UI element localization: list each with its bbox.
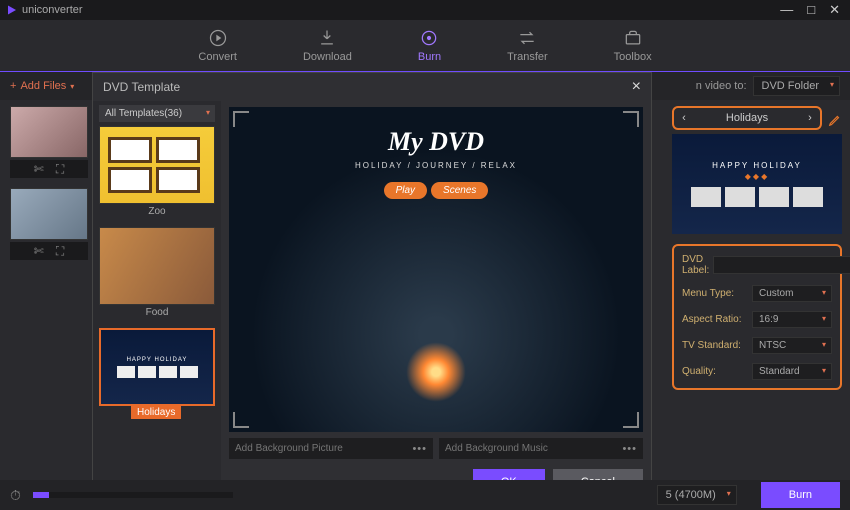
- maximize-button[interactable]: □: [803, 2, 819, 18]
- template-inner-title: HAPPY HOLIDAY: [127, 357, 188, 363]
- convert-icon: [208, 28, 228, 48]
- app-logo: uniconverter: [6, 4, 83, 16]
- output-settings-column: ‹ Holidays › HAPPY HOLIDAY ◆◆◆ DVD Label…: [672, 106, 842, 390]
- chevron-down-icon: ▾: [70, 82, 74, 91]
- clip-toolbar: ✄ ⛶: [10, 242, 88, 260]
- template-caption: Food: [99, 305, 215, 324]
- play-logo-icon: [6, 4, 18, 16]
- clip-toolbar: ✄ ⛶: [10, 160, 88, 178]
- tv-standard-select[interactable]: NTSC: [752, 337, 832, 354]
- nav-convert[interactable]: Convert: [190, 24, 245, 67]
- burn-to-label: n video to:: [696, 80, 747, 92]
- capacity-bar: [33, 492, 233, 498]
- burn-target-select[interactable]: DVD Folder: [753, 76, 840, 96]
- app-name: uniconverter: [22, 4, 83, 16]
- output-preview: HAPPY HOLIDAY ◆◆◆: [672, 134, 842, 234]
- transfer-icon: [517, 28, 537, 48]
- bg-music-input[interactable]: [439, 438, 616, 459]
- panel-title: DVD Template: [103, 80, 180, 94]
- campfire-glow: [406, 342, 466, 402]
- plus-icon: +: [10, 80, 16, 92]
- scissors-icon[interactable]: ✄: [34, 162, 44, 176]
- close-window-button[interactable]: ✕: [825, 2, 844, 18]
- dvd-label-label: DVD Label:: [682, 254, 709, 276]
- crop-icon[interactable]: ⛶: [56, 162, 64, 177]
- nav-burn-label: Burn: [418, 51, 441, 63]
- clip-thumbnail[interactable]: [10, 188, 88, 240]
- add-files-label: Add Files: [20, 80, 66, 92]
- tv-standard-label: TV Standard:: [682, 340, 748, 351]
- dots-icon: ◆◆◆: [745, 172, 769, 181]
- add-files-button[interactable]: + Add Files ▾: [10, 80, 74, 92]
- bg-music-input-row: •••: [439, 438, 643, 459]
- browse-music-button[interactable]: •••: [616, 443, 643, 455]
- quality-label: Quality:: [682, 366, 748, 377]
- bg-picture-input[interactable]: [229, 438, 406, 459]
- crop-icon[interactable]: ⛶: [56, 244, 64, 259]
- nav-download[interactable]: Download: [295, 24, 360, 67]
- nav-transfer[interactable]: Transfer: [499, 24, 556, 67]
- burn-icon: [419, 28, 439, 48]
- template-item-holidays[interactable]: HAPPY HOLIDAY Holidays: [99, 328, 215, 419]
- main-nav: Convert Download Burn Transfer Toolbox: [0, 20, 850, 72]
- nav-download-label: Download: [303, 51, 352, 63]
- menu-type-select[interactable]: Custom: [752, 285, 832, 302]
- close-icon[interactable]: ×: [632, 78, 641, 96]
- template-list-column: All Templates(36) Zoo Food HAPPY HOLIDAY: [93, 101, 221, 501]
- template-thumbnail: HAPPY HOLIDAY: [99, 328, 215, 406]
- dvd-settings: DVD Label: Menu Type: Custom Aspect Ratio…: [672, 244, 842, 390]
- dvd-scenes-button[interactable]: Scenes: [431, 182, 488, 199]
- template-thumbnail: [99, 126, 215, 204]
- clock-icon[interactable]: ⏱: [10, 487, 21, 504]
- template-item-food[interactable]: Food: [99, 227, 215, 324]
- disc-capacity-select[interactable]: 5 (4700M): [657, 485, 737, 505]
- dvd-menu-preview: My DVD HOLIDAY / JOURNEY / RELAX Play Sc…: [229, 107, 643, 432]
- browse-picture-button[interactable]: •••: [406, 443, 433, 455]
- nav-transfer-label: Transfer: [507, 51, 548, 63]
- titlebar: uniconverter — □ ✕: [0, 0, 850, 20]
- dvd-template-panel: DVD Template × All Templates(36) Zoo Foo…: [92, 72, 652, 502]
- bg-picture-input-row: •••: [229, 438, 433, 459]
- next-template-button[interactable]: ›: [800, 112, 820, 124]
- edit-icon[interactable]: [828, 113, 842, 127]
- output-preview-title: HAPPY HOLIDAY: [712, 161, 802, 170]
- nav-toolbox[interactable]: Toolbox: [606, 24, 660, 67]
- dvd-title: My DVD: [388, 127, 484, 157]
- template-preview-column: My DVD HOLIDAY / JOURNEY / RELAX Play Sc…: [221, 101, 651, 501]
- template-filter-select[interactable]: All Templates(36): [99, 105, 215, 122]
- source-clip-list: ✄ ⛶ ✄ ⛶: [10, 106, 88, 270]
- selected-template-name: Holidays: [694, 112, 800, 124]
- minimize-button[interactable]: —: [776, 2, 797, 18]
- clip-thumbnail[interactable]: [10, 106, 88, 158]
- dvd-subtitle: HOLIDAY / JOURNEY / RELAX: [355, 161, 517, 170]
- template-caption: Zoo: [99, 204, 215, 223]
- nav-toolbox-label: Toolbox: [614, 51, 652, 63]
- scissors-icon[interactable]: ✄: [34, 244, 44, 258]
- dvd-play-button[interactable]: Play: [384, 182, 427, 199]
- menu-type-label: Menu Type:: [682, 288, 748, 299]
- download-icon: [317, 28, 337, 48]
- burn-button[interactable]: Burn: [761, 482, 840, 508]
- aspect-ratio-label: Aspect Ratio:: [682, 314, 748, 325]
- quality-select[interactable]: Standard: [752, 363, 832, 380]
- nav-convert-label: Convert: [198, 51, 237, 63]
- template-item-zoo[interactable]: Zoo: [99, 126, 215, 223]
- nav-burn[interactable]: Burn: [410, 24, 449, 67]
- template-thumbnail: [99, 227, 215, 305]
- bottom-bar: ⏱ 5 (4700M) Burn: [0, 480, 850, 510]
- dvd-label-input[interactable]: [713, 256, 850, 274]
- aspect-ratio-select[interactable]: 16:9: [752, 311, 832, 328]
- prev-template-button[interactable]: ‹: [674, 112, 694, 124]
- toolbox-icon: [623, 28, 643, 48]
- template-caption: Holidays: [131, 406, 181, 419]
